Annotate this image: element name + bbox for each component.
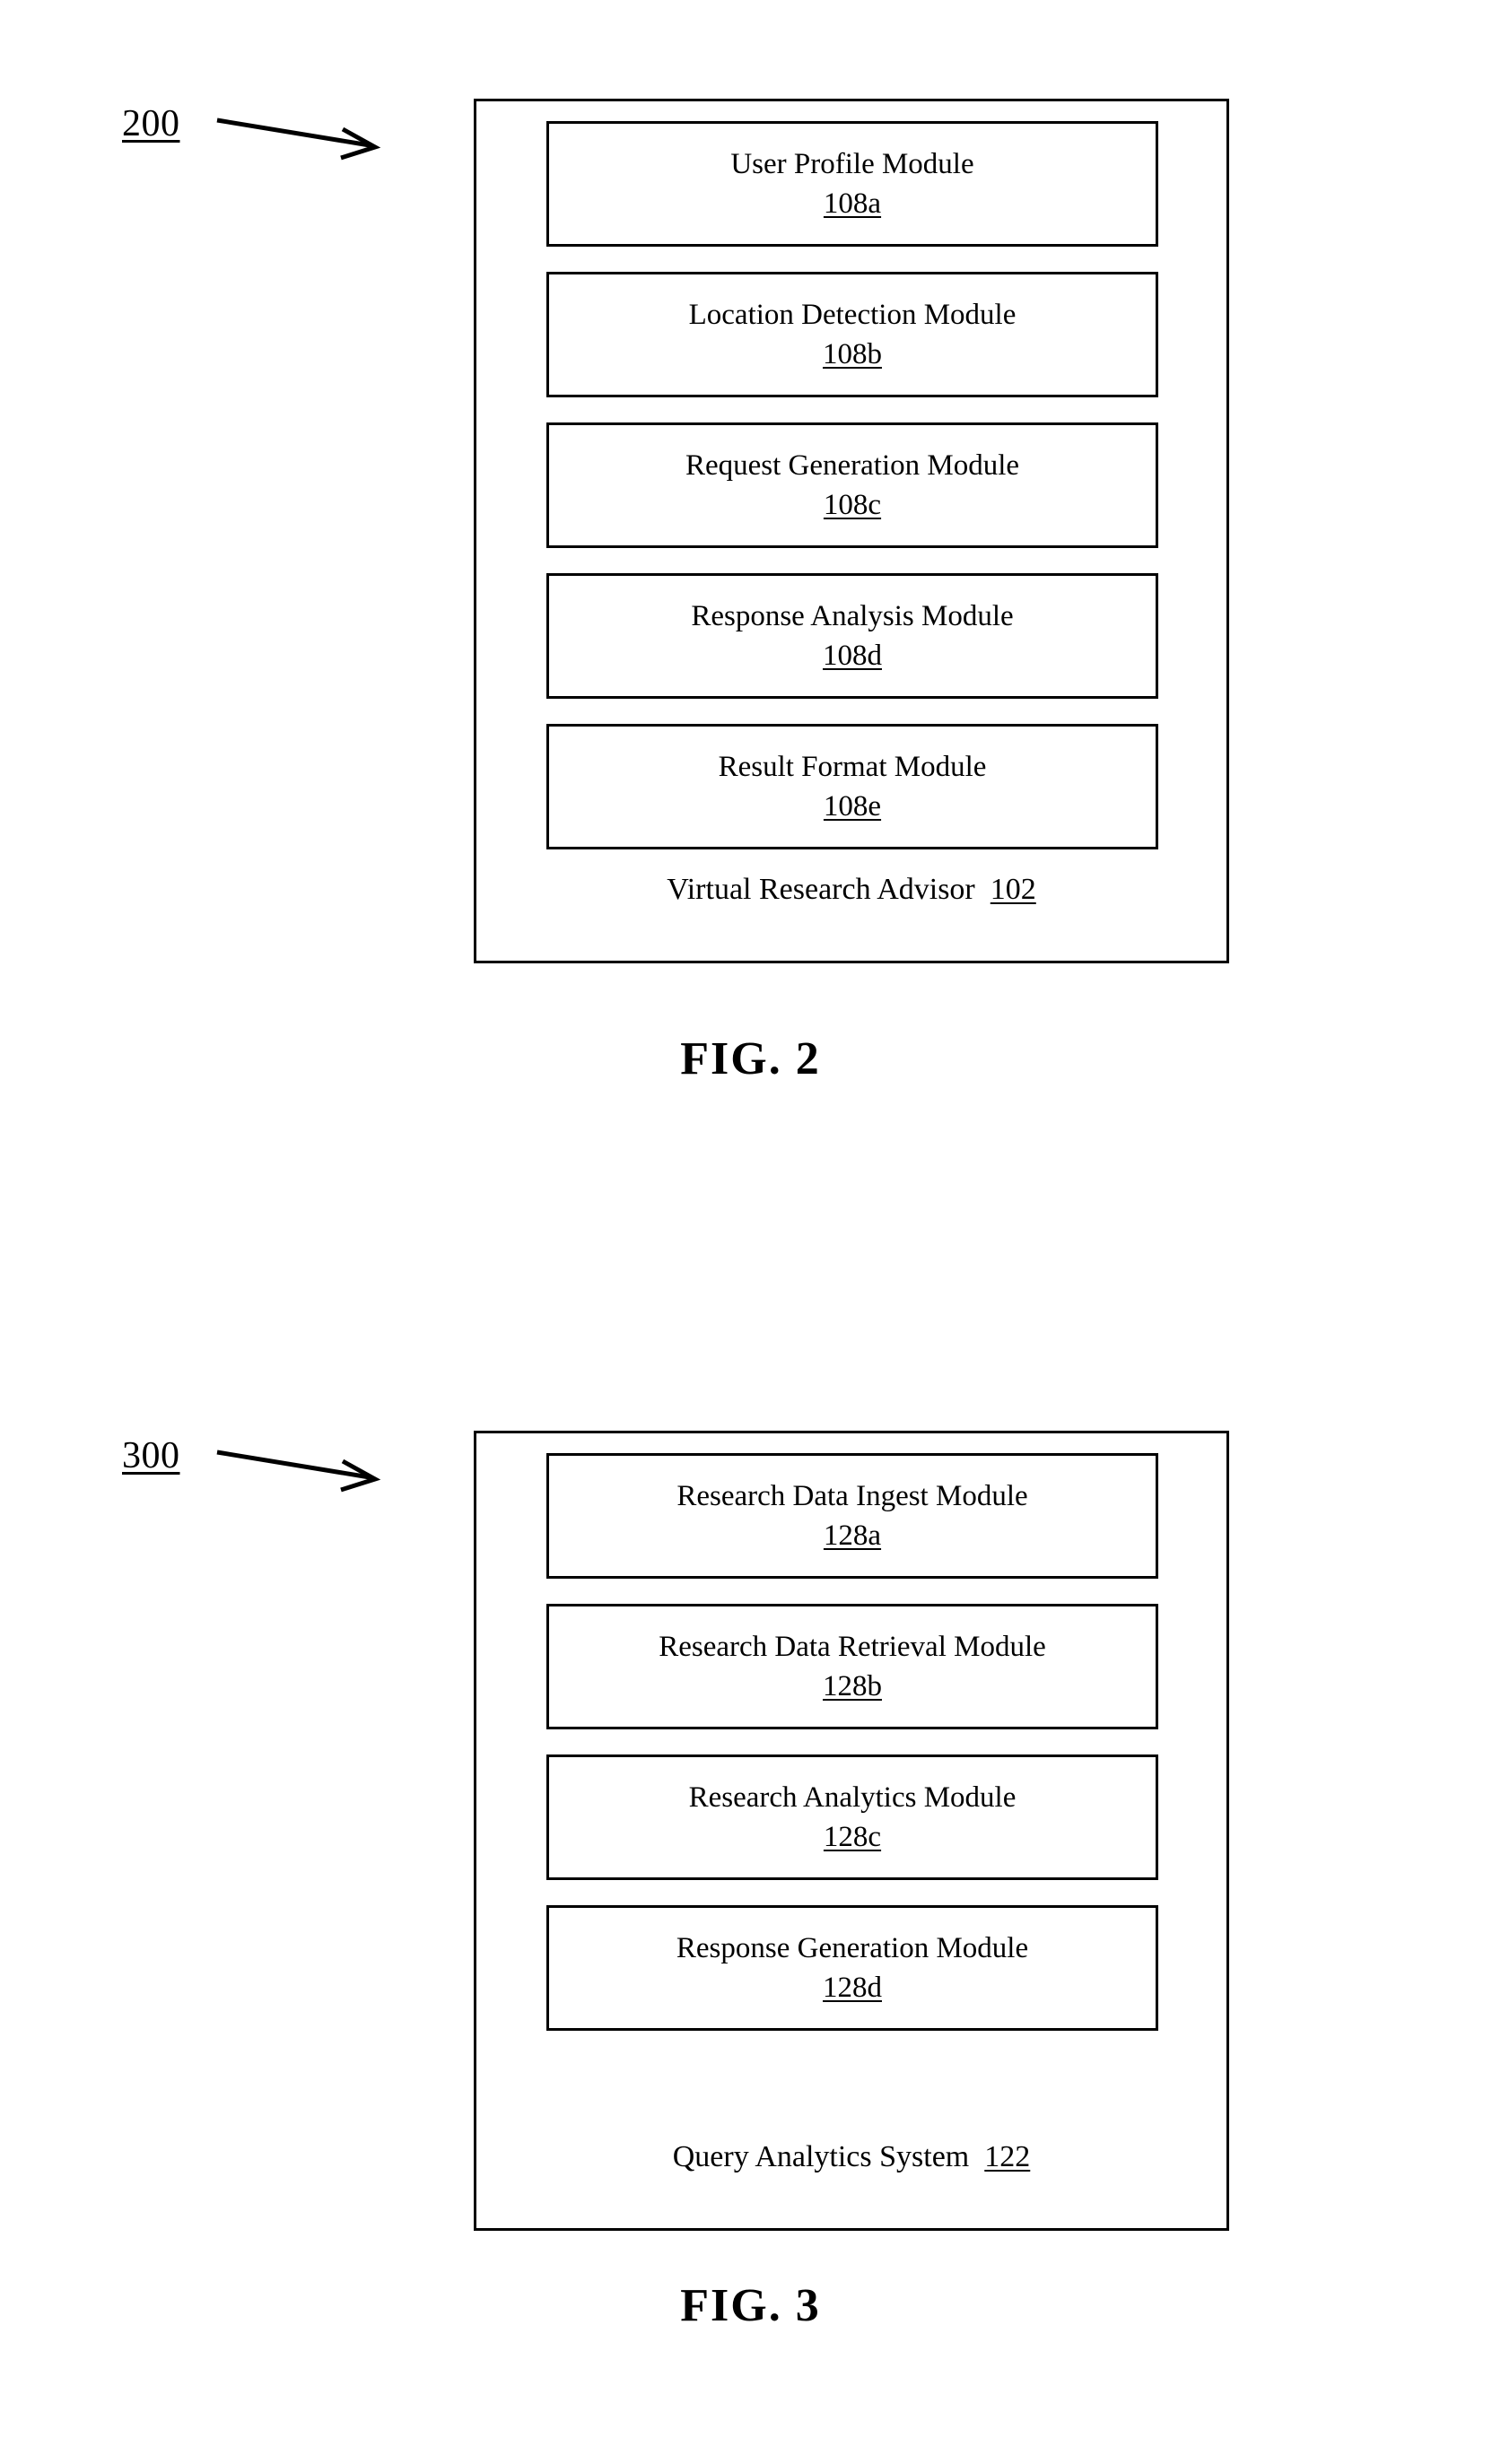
module-reference-number: 108d — [823, 640, 882, 672]
container-label-text: Query Analytics System — [672, 2140, 970, 2173]
module-title: Response Generation Module — [676, 1932, 1029, 1964]
module-reference-number: 128d — [823, 1972, 882, 2004]
module-title: Request Generation Module — [685, 449, 1020, 482]
module-title: User Profile Module — [730, 148, 974, 180]
module-title: Location Detection Module — [688, 299, 1017, 331]
query-analytics-system-label: Query Analytics System 122 — [476, 2138, 1226, 2176]
module-research-analytics[interactable]: Research Analytics Module 128c — [546, 1754, 1158, 1880]
module-reference-number: 108c — [823, 489, 882, 521]
module-title: Research Data Ingest Module — [676, 1480, 1028, 1512]
figure-3-caption: FIG. 3 — [680, 2280, 821, 2331]
module-title: Response Analysis Module — [691, 600, 1014, 632]
figure-3-callout-number: 300 — [122, 1435, 180, 1476]
virtual-research-advisor-label: Virtual Research Advisor 102 — [476, 871, 1226, 909]
module-title: Research Data Retrieval Module — [659, 1631, 1046, 1663]
figure-3-callout-arrow-icon — [216, 1450, 381, 1493]
module-response-generation[interactable]: Response Generation Module 128d — [546, 1905, 1158, 2031]
module-title: Research Analytics Module — [688, 1781, 1017, 1814]
module-user-profile[interactable]: User Profile Module 108a — [546, 121, 1158, 247]
module-request-generation[interactable]: Request Generation Module 108c — [546, 422, 1158, 548]
module-research-data-ingest[interactable]: Research Data Ingest Module 128a — [546, 1453, 1158, 1579]
figure-3-callout: 300 — [122, 1432, 382, 1504]
module-reference-number: 128b — [823, 1670, 882, 1702]
module-reference-number: 128c — [823, 1821, 882, 1853]
container-reference-number: 122 — [984, 2140, 1031, 2173]
module-reference-number: 108a — [823, 187, 882, 220]
container-reference-number: 102 — [990, 873, 1036, 906]
patent-drawing-page: 200 User Profile Module 108a Location De… — [0, 0, 1501, 2464]
module-response-analysis[interactable]: Response Analysis Module 108d — [546, 573, 1158, 699]
module-title: Result Format Module — [718, 751, 987, 783]
module-reference-number: 108e — [823, 790, 882, 823]
module-location-detection[interactable]: Location Detection Module 108b — [546, 272, 1158, 397]
module-reference-number: 128a — [823, 1519, 882, 1552]
container-label-text: Virtual Research Advisor — [667, 873, 975, 906]
module-research-data-retrieval[interactable]: Research Data Retrieval Module 128b — [546, 1604, 1158, 1729]
figure-2-callout-arrow-icon — [216, 118, 381, 161]
query-analytics-system-container: Research Data Ingest Module 128a Researc… — [474, 1431, 1229, 2231]
figure-2-module-stack: User Profile Module 108a Location Detect… — [546, 121, 1158, 875]
figure-3-module-stack: Research Data Ingest Module 128a Researc… — [546, 1453, 1158, 2056]
figure-2-callout: 200 — [122, 100, 382, 172]
figure-2-caption: FIG. 2 — [680, 1033, 821, 1084]
figure-2-callout-number: 200 — [122, 103, 180, 144]
module-result-format[interactable]: Result Format Module 108e — [546, 724, 1158, 849]
virtual-research-advisor-container: User Profile Module 108a Location Detect… — [474, 99, 1229, 963]
module-reference-number: 108b — [823, 338, 882, 370]
